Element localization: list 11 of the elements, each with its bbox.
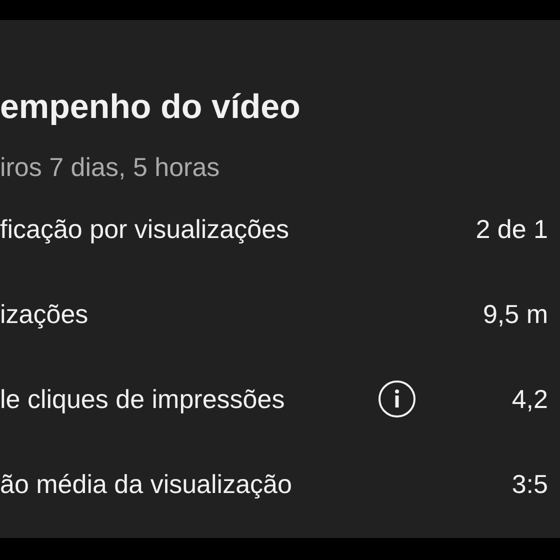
period-text: iros 7 dias, 5 horas bbox=[0, 154, 221, 180]
metric-label: le cliques de impressões bbox=[0, 386, 286, 412]
section-title: empenho do vídeo bbox=[0, 90, 302, 124]
metric-value: 9,5 m bbox=[482, 301, 548, 327]
metric-label: izações bbox=[0, 301, 90, 327]
metric-value: 4,2 bbox=[512, 386, 548, 412]
metric-value: 3:5 bbox=[512, 471, 548, 497]
metric-label: ão média da visualização bbox=[0, 471, 293, 497]
metric-value: 2 de 1 bbox=[476, 216, 548, 242]
info-icon[interactable] bbox=[378, 380, 416, 418]
metric-label: ficação por visualizações bbox=[0, 216, 290, 242]
